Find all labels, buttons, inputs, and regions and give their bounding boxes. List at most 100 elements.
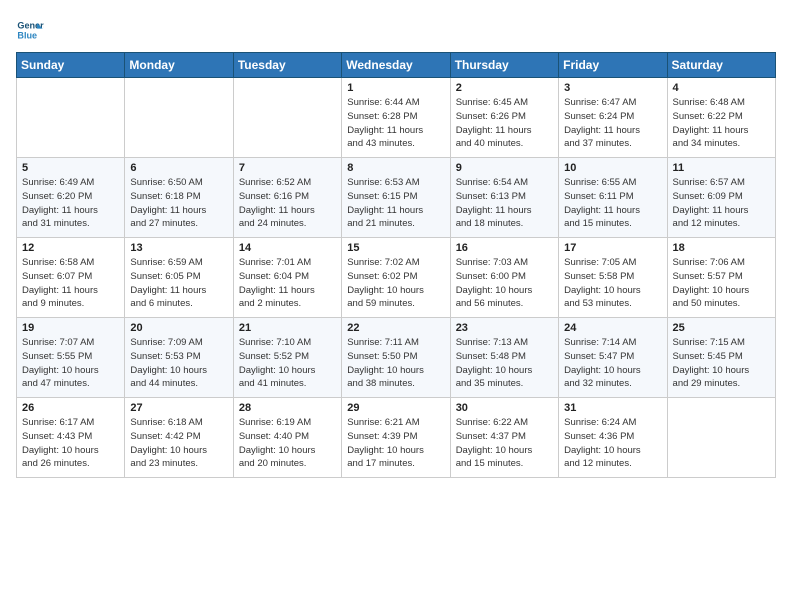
calendar-cell: 10Sunrise: 6:55 AMSunset: 6:11 PMDayligh… [559,158,667,238]
calendar-cell: 30 Sunrise: 6:22 AMSunset: 4:37 PMDayligh… [450,398,558,478]
day-number: 15 [347,242,444,254]
day-number: 2 [456,82,553,94]
calendar-cell: 3 Sunrise: 6:47 AMSunset: 6:24 PMDaylight… [559,78,667,158]
calendar-cell: 5Sunrise: 6:49 AMSunset: 6:20 PMDaylight… [17,158,125,238]
week-row-1: 1 Sunrise: 6:44 AMSunset: 6:28 PMDaylight… [17,78,776,158]
day-info: Sunrise: 6:58 AMSunset: 6:07 PMDaylight:… [22,256,119,311]
calendar-cell: 29Sunrise: 6:21 AMSunset: 4:39 PMDayligh… [342,398,450,478]
day-info: Sunrise: 7:11 AMSunset: 5:50 PMDaylight:… [347,336,444,391]
calendar-cell: 26 Sunrise: 6:17 AMSunset: 4:43 PMDayligh… [17,398,125,478]
day-info: Sunrise: 6:18 AMSunset: 4:42 PMDaylight:… [130,416,227,471]
day-info: Sunrise: 7:13 AMSunset: 5:48 PMDaylight:… [456,336,553,391]
day-info: Sunrise: 7:09 AMSunset: 5:53 PMDaylight:… [130,336,227,391]
day-number: 29 [347,402,444,414]
day-info: Sunrise: 6:48 AMSunset: 6:22 PMDaylight:… [673,96,770,151]
day-info: Sunrise: 6:54 AMSunset: 6:13 PMDaylight:… [456,176,553,231]
calendar-cell: 31 Sunrise: 6:24 AMSunset: 4:36 PMDayligh… [559,398,667,478]
day-info: Sunrise: 7:06 AMSunset: 5:57 PMDaylight:… [673,256,770,311]
day-info: Sunrise: 6:55 AMSunset: 6:11 PMDaylight:… [564,176,661,231]
svg-text:Blue: Blue [17,30,37,40]
calendar-cell: 23 Sunrise: 7:13 AMSunset: 5:48 PMDayligh… [450,318,558,398]
day-number: 30 [456,402,553,414]
week-row-3: 12 Sunrise: 6:58 AMSunset: 6:07 PMDayligh… [17,238,776,318]
day-number: 27 [130,402,227,414]
calendar-cell [667,398,775,478]
weekday-header-thursday: Thursday [450,53,558,78]
day-number: 21 [239,322,336,334]
calendar-cell: 24 Sunrise: 7:14 AMSunset: 5:47 PMDayligh… [559,318,667,398]
day-number: 1 [347,82,444,94]
day-info: Sunrise: 6:52 AMSunset: 6:16 PMDaylight:… [239,176,336,231]
calendar-cell: 4Sunrise: 6:48 AMSunset: 6:22 PMDaylight… [667,78,775,158]
day-number: 8 [347,162,444,174]
calendar-cell: 6Sunrise: 6:50 AMSunset: 6:18 PMDaylight… [125,158,233,238]
weekday-header-sunday: Sunday [17,53,125,78]
day-info: Sunrise: 7:15 AMSunset: 5:45 PMDaylight:… [673,336,770,391]
weekday-header-friday: Friday [559,53,667,78]
day-number: 22 [347,322,444,334]
day-number: 18 [673,242,770,254]
calendar-cell: 8 Sunrise: 6:53 AMSunset: 6:15 PMDaylight… [342,158,450,238]
day-number: 5 [22,162,119,174]
calendar-cell [233,78,341,158]
day-info: Sunrise: 7:14 AMSunset: 5:47 PMDaylight:… [564,336,661,391]
calendar-cell: 19 Sunrise: 7:07 AMSunset: 5:55 PMDayligh… [17,318,125,398]
calendar-cell: 9Sunrise: 6:54 AMSunset: 6:13 PMDaylight… [450,158,558,238]
day-info: Sunrise: 7:05 AMSunset: 5:58 PMDaylight:… [564,256,661,311]
calendar-cell: 17 Sunrise: 7:05 AMSunset: 5:58 PMDayligh… [559,238,667,318]
day-number: 19 [22,322,119,334]
day-number: 28 [239,402,336,414]
weekday-header-saturday: Saturday [667,53,775,78]
weekday-header-tuesday: Tuesday [233,53,341,78]
calendar-cell: 14Sunrise: 7:01 AMSunset: 6:04 PMDayligh… [233,238,341,318]
day-info: Sunrise: 6:50 AMSunset: 6:18 PMDaylight:… [130,176,227,231]
day-number: 24 [564,322,661,334]
day-info: Sunrise: 6:53 AMSunset: 6:15 PMDaylight:… [347,176,444,231]
calendar-cell: 27 Sunrise: 6:18 AMSunset: 4:42 PMDayligh… [125,398,233,478]
day-number: 3 [564,82,661,94]
day-number: 26 [22,402,119,414]
calendar-cell [17,78,125,158]
weekday-header-monday: Monday [125,53,233,78]
weekday-header-row: SundayMondayTuesdayWednesdayThursdayFrid… [17,53,776,78]
week-row-4: 19 Sunrise: 7:07 AMSunset: 5:55 PMDayligh… [17,318,776,398]
calendar-cell: 15 Sunrise: 7:02 AMSunset: 6:02 PMDayligh… [342,238,450,318]
day-number: 25 [673,322,770,334]
calendar-cell: 12 Sunrise: 6:58 AMSunset: 6:07 PMDayligh… [17,238,125,318]
day-number: 14 [239,242,336,254]
week-row-5: 26 Sunrise: 6:17 AMSunset: 4:43 PMDayligh… [17,398,776,478]
day-info: Sunrise: 7:02 AMSunset: 6:02 PMDaylight:… [347,256,444,311]
calendar-cell: 20 Sunrise: 7:09 AMSunset: 5:53 PMDayligh… [125,318,233,398]
day-number: 13 [130,242,227,254]
day-info: Sunrise: 6:45 AMSunset: 6:26 PMDaylight:… [456,96,553,151]
day-info: Sunrise: 7:07 AMSunset: 5:55 PMDaylight:… [22,336,119,391]
calendar-cell: 21Sunrise: 7:10 AMSunset: 5:52 PMDayligh… [233,318,341,398]
calendar-cell: 22 Sunrise: 7:11 AMSunset: 5:50 PMDayligh… [342,318,450,398]
calendar-cell: 28 Sunrise: 6:19 AMSunset: 4:40 PMDayligh… [233,398,341,478]
calendar-cell [125,78,233,158]
day-info: Sunrise: 6:17 AMSunset: 4:43 PMDaylight:… [22,416,119,471]
calendar-cell: 13 Sunrise: 6:59 AMSunset: 6:05 PMDayligh… [125,238,233,318]
day-number: 31 [564,402,661,414]
day-number: 17 [564,242,661,254]
calendar-cell: 7 Sunrise: 6:52 AMSunset: 6:16 PMDaylight… [233,158,341,238]
calendar-cell: 11Sunrise: 6:57 AMSunset: 6:09 PMDayligh… [667,158,775,238]
page-container: General Blue SundayMondayTuesdayWednesda… [16,16,776,478]
day-info: Sunrise: 6:44 AMSunset: 6:28 PMDaylight:… [347,96,444,151]
day-info: Sunrise: 6:19 AMSunset: 4:40 PMDaylight:… [239,416,336,471]
day-info: Sunrise: 6:59 AMSunset: 6:05 PMDaylight:… [130,256,227,311]
day-info: Sunrise: 6:47 AMSunset: 6:24 PMDaylight:… [564,96,661,151]
svg-text:General: General [17,21,44,31]
day-number: 16 [456,242,553,254]
day-info: Sunrise: 7:03 AMSunset: 6:00 PMDaylight:… [456,256,553,311]
day-number: 20 [130,322,227,334]
day-number: 7 [239,162,336,174]
calendar-cell: 1 Sunrise: 6:44 AMSunset: 6:28 PMDaylight… [342,78,450,158]
calendar-table: SundayMondayTuesdayWednesdayThursdayFrid… [16,52,776,478]
day-number: 23 [456,322,553,334]
day-number: 12 [22,242,119,254]
calendar-cell: 25 Sunrise: 7:15 AMSunset: 5:45 PMDayligh… [667,318,775,398]
day-info: Sunrise: 6:24 AMSunset: 4:36 PMDaylight:… [564,416,661,471]
calendar-cell: 18 Sunrise: 7:06 AMSunset: 5:57 PMDayligh… [667,238,775,318]
day-info: Sunrise: 6:22 AMSunset: 4:37 PMDaylight:… [456,416,553,471]
